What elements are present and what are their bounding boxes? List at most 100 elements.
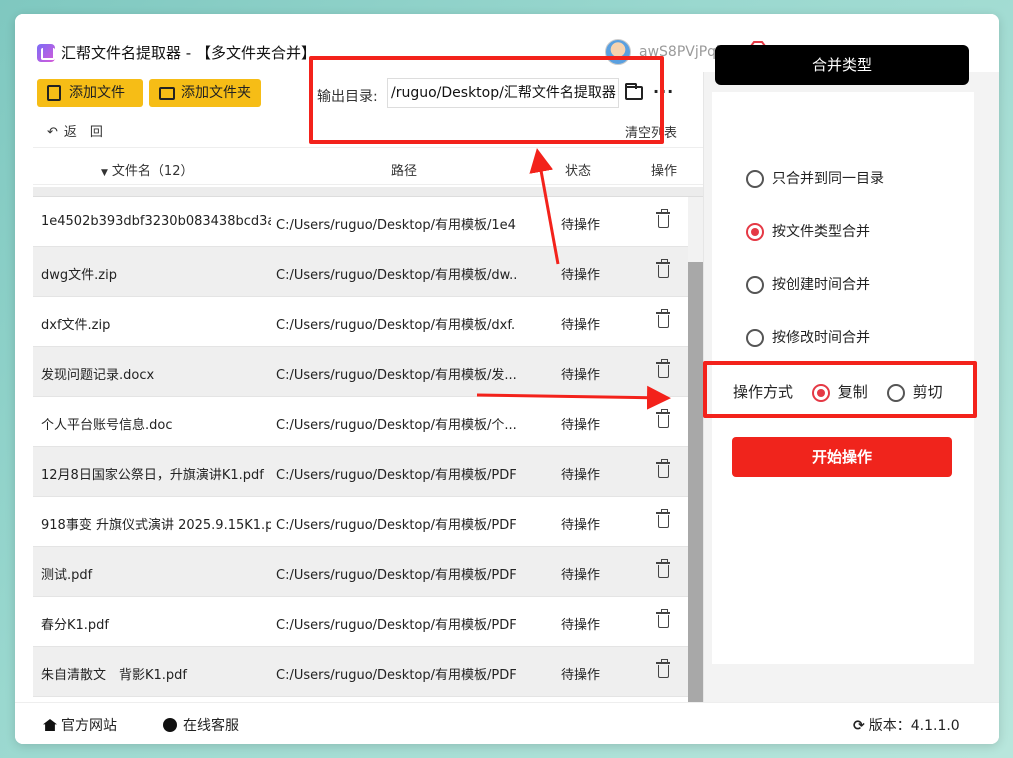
radio-label: 按文件类型合并: [772, 224, 870, 240]
cell-name: 测试.pdf: [41, 568, 93, 583]
merge-type-title: 合并类型: [715, 45, 969, 85]
footer: 官方网站 在线客服 ⟳ 版本：4.1.1.0: [15, 702, 999, 744]
radio-selected-icon: [746, 223, 764, 241]
trash-icon[interactable]: [656, 609, 670, 628]
trash-icon[interactable]: [656, 659, 670, 678]
cell-status: 待操作: [561, 618, 601, 633]
service-link[interactable]: 在线客服: [163, 715, 239, 735]
radio-icon: [886, 383, 905, 402]
start-button[interactable]: 开始操作: [732, 437, 952, 477]
add-folder-button[interactable]: 添加文件夹: [149, 79, 261, 107]
app-logo-icon: [37, 44, 55, 62]
radio-label: 按修改时间合并: [772, 330, 870, 346]
table-row[interactable]: 春分K1.pdf C:/Users/ruguo/Desktop/有用模板/PDF…: [33, 597, 688, 647]
table-row[interactable]: 918事变 升旗仪式演讲 2025.9.15K1.pdf C:/Users/ru…: [33, 497, 688, 547]
cell-name: 个人平台账号信息.doc: [41, 418, 173, 433]
home-icon: [43, 719, 57, 731]
trash-icon[interactable]: [656, 259, 670, 278]
header-status: 状态: [565, 164, 592, 179]
add-folder-label: 添加文件夹: [181, 85, 251, 101]
cell-status: 待操作: [561, 568, 601, 583]
cell-status: 待操作: [561, 468, 601, 483]
back-arrow-icon: ↶: [47, 125, 58, 140]
radio-same-dir[interactable]: 只合并到同一目录: [746, 168, 884, 188]
clear-list-button[interactable]: 清空列表: [625, 122, 677, 141]
cell-path: C:/Users/ruguo/Desktop/有用模板/PDF...: [276, 518, 516, 533]
table-header: 文件名（12） 路径 状态 操作: [33, 147, 703, 185]
back-button[interactable]: ↶ 返 回: [47, 121, 103, 140]
version-info: ⟳ 版本：4.1.1.0: [853, 715, 960, 735]
table-row[interactable]: 测试.pdf C:/Users/ruguo/Desktop/有用模板/PDF..…: [33, 547, 688, 597]
cell-path: C:/Users/ruguo/Desktop/有用模板/1e4...: [276, 218, 516, 233]
operation-mode-row: 操作方式 复制 剪切: [733, 381, 943, 402]
cell-status: 待操作: [561, 418, 601, 433]
radio-copy[interactable]: 复制: [811, 383, 868, 402]
trash-icon[interactable]: [656, 359, 670, 378]
more-options-icon[interactable]: ···: [653, 82, 674, 101]
table-row[interactable]: 个人平台账号信息.doc C:/Users/ruguo/Desktop/有用模板…: [33, 397, 688, 447]
app-window: 汇帮文件名提取器 - 【多文件夹合并】 awS8PVjPqlsZ ✕ 添加文件 …: [15, 14, 999, 744]
cell-path: C:/Users/ruguo/Desktop/有用模板/PDF...: [276, 618, 516, 633]
radio-label: 只合并到同一目录: [772, 171, 884, 187]
browse-folder-icon[interactable]: [625, 83, 643, 100]
refresh-icon: ⟳: [853, 718, 865, 734]
website-label: 官方网站: [61, 718, 117, 734]
trash-icon[interactable]: [656, 459, 670, 478]
partial-row: [33, 187, 703, 197]
file-icon: [47, 85, 61, 101]
cell-status: 待操作: [561, 518, 601, 533]
radio-by-created[interactable]: 按创建时间合并: [746, 274, 870, 294]
radio-icon: [746, 329, 764, 347]
cell-status: 待操作: [561, 368, 601, 383]
user-avatar[interactable]: [605, 39, 631, 65]
table-row[interactable]: 朱自清散文 背影K1.pdf C:/Users/ruguo/Desktop/有用…: [33, 647, 688, 697]
table-row[interactable]: 1e4502b393dbf3230b083438bcd3ac... C:/Use…: [33, 197, 688, 247]
table-row[interactable]: 12月8日国家公祭日，升旗演讲K1.pdf C:/Users/ruguo/Des…: [33, 447, 688, 497]
trash-icon[interactable]: [656, 559, 670, 578]
cell-name: 发现问题记录.docx: [41, 368, 155, 383]
file-list-panel: 添加文件 添加文件夹 输出目录: /ruguo/Desktop/汇帮文件名提取器…: [33, 72, 703, 712]
cell-path: C:/Users/ruguo/Desktop/有用模板/PDF...: [276, 568, 516, 583]
table-row[interactable]: dxf文件.zip C:/Users/ruguo/Desktop/有用模板/dx…: [33, 297, 688, 347]
add-file-button[interactable]: 添加文件: [37, 79, 143, 107]
radio-cut[interactable]: 剪切: [886, 383, 943, 402]
trash-icon[interactable]: [656, 509, 670, 528]
trash-icon[interactable]: [656, 209, 670, 228]
radio-by-modified[interactable]: 按修改时间合并: [746, 327, 870, 347]
output-dir-input[interactable]: /ruguo/Desktop/汇帮文件名提取器: [387, 78, 619, 108]
cell-name: 朱自清散文 背影K1.pdf: [41, 668, 188, 683]
table-row[interactable]: 发现问题记录.docx C:/Users/ruguo/Desktop/有用模板/…: [33, 347, 688, 397]
cell-path: C:/Users/ruguo/Desktop/有用模板/dxf...: [276, 318, 516, 333]
trash-icon[interactable]: [656, 409, 670, 428]
trash-icon[interactable]: [656, 309, 670, 328]
cell-name: 918事变 升旗仪式演讲 2025.9.15K1.pdf: [41, 518, 271, 533]
table-row[interactable]: dwg文件.zip C:/Users/ruguo/Desktop/有用模板/dw…: [33, 247, 688, 297]
cell-name: 春分K1.pdf: [41, 618, 110, 633]
output-dir-label: 输出目录:: [317, 89, 378, 105]
header-op: 操作: [651, 164, 678, 179]
cell-path: C:/Users/ruguo/Desktop/有用模板/dw...: [276, 268, 516, 283]
cell-status: 待操作: [561, 218, 601, 233]
website-link[interactable]: 官方网站: [43, 715, 117, 735]
cell-path: C:/Users/ruguo/Desktop/有用模板/发...: [276, 368, 516, 383]
version-label: 版本：4.1.1.0: [868, 718, 960, 734]
op-mode-label: 操作方式: [733, 383, 794, 401]
service-label: 在线客服: [183, 718, 239, 734]
table-body: 1e4502b393dbf3230b083438bcd3ac... C:/Use…: [33, 187, 703, 712]
header-name[interactable]: 文件名（12）: [101, 160, 194, 179]
cell-path: C:/Users/ruguo/Desktop/有用模板/个...: [276, 418, 516, 433]
window-title: 汇帮文件名提取器 - 【多文件夹合并】: [61, 44, 316, 62]
radio-selected-icon: [811, 383, 830, 402]
cell-name: 1e4502b393dbf3230b083438bcd3ac...: [41, 214, 271, 229]
cell-status: 待操作: [561, 268, 601, 283]
scrollbar-thumb[interactable]: [688, 262, 703, 702]
cell-path: C:/Users/ruguo/Desktop/有用模板/PDF...: [276, 468, 516, 483]
header-path: 路径: [391, 164, 418, 179]
cell-status: 待操作: [561, 668, 601, 683]
radio-label: 按创建时间合并: [772, 277, 870, 293]
cell-name: dxf文件.zip: [41, 318, 111, 333]
radio-icon: [746, 276, 764, 294]
radio-by-type[interactable]: 按文件类型合并: [746, 221, 870, 241]
cell-name: 12月8日国家公祭日，升旗演讲K1.pdf: [41, 468, 264, 483]
cut-label: 剪切: [912, 383, 943, 401]
